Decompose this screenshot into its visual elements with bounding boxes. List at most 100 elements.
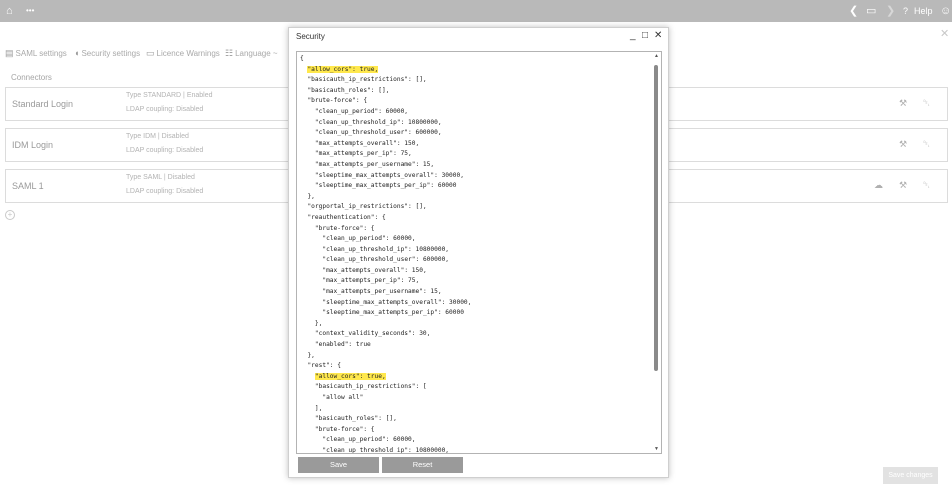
- home-icon[interactable]: ⌂: [6, 4, 13, 18]
- code-line: "orgportal_ip_restrictions": [],: [300, 202, 650, 213]
- wrench-icon[interactable]: ⚒: [899, 98, 907, 109]
- scroll-up-icon[interactable]: ▲: [654, 53, 659, 59]
- code-text: },: [307, 192, 315, 200]
- code-text: "clean_up_threshold_user": 600000,: [314, 129, 442, 137]
- tab-label: SAML settings: [15, 49, 67, 58]
- save-changes-button[interactable]: Save changes: [883, 467, 938, 484]
- code-text: "reauthentication": {: [307, 213, 386, 221]
- code-text: "context_validity_seconds": 30,: [314, 330, 431, 338]
- trash-icon[interactable]: ␡: [923, 180, 930, 191]
- code-text: "clean_up_threshold_ip": 10800000,: [322, 446, 450, 454]
- code-line: },: [300, 319, 650, 330]
- close-icon[interactable]: ✕: [940, 27, 949, 40]
- reset-button[interactable]: Reset: [382, 457, 463, 473]
- code-line: "clean_up_threshold_ip": 10800000,: [300, 245, 650, 256]
- code-line: "max_attempts_per_username": 15,: [300, 287, 650, 298]
- save-button[interactable]: Save: [298, 457, 379, 473]
- tab-licence-warnings[interactable]: ▭ Licence Warnings: [146, 48, 220, 59]
- connector-ldap: LDAP coupling: Disabled: [126, 106, 204, 113]
- minimize-icon[interactable]: _: [630, 30, 636, 41]
- tab-label: Licence Warnings: [156, 49, 220, 58]
- maximize-icon[interactable]: □: [642, 30, 648, 41]
- connector-name: Standard Login: [12, 99, 74, 109]
- code-text: "enabled": true: [314, 341, 371, 349]
- tab-security-settings[interactable]: ◖ Security settings: [74, 48, 140, 58]
- code-text: "max_attempts_overall": 150,: [322, 266, 427, 274]
- tab-saml-settings[interactable]: ▤ SAML settings: [5, 48, 67, 59]
- code-text: "max_attempts_per_ip": 75,: [314, 150, 412, 158]
- code-line: "clean_up_period": 60000,: [300, 107, 650, 118]
- tab-label: Security settings: [81, 49, 141, 58]
- close-icon[interactable]: ✕: [654, 30, 662, 41]
- code-content[interactable]: { "allow_cors": true, "basicauth_ip_rest…: [300, 54, 650, 454]
- connector-type: Type STANDARD | Enabled: [126, 92, 213, 99]
- code-text: "sleeptime_max_attempts_overall": 30000,: [322, 298, 472, 306]
- code-text: },: [314, 319, 323, 327]
- code-line: "clean_up_threshold_ip": 10800000,: [300, 118, 650, 129]
- connector-type: Type SAML | Disabled: [126, 174, 195, 181]
- trash-icon[interactable]: ␡: [923, 139, 930, 150]
- code-text: "sleeptime_max_attempts_overall": 30000,: [314, 171, 464, 179]
- back-icon[interactable]: ❮: [849, 4, 858, 18]
- highlighted-code: "allow_cors": true,: [307, 65, 379, 73]
- code-line: "max_attempts_per_ip": 75,: [300, 276, 650, 287]
- tab-language[interactable]: ☷ Language ~: [225, 48, 278, 59]
- scroll-down-icon[interactable]: ▼: [654, 446, 659, 452]
- code-text: "clean_up_period": 60000,: [314, 107, 409, 115]
- json-editor[interactable]: { "allow_cors": true, "basicauth_ip_rest…: [296, 51, 662, 454]
- section-title: Connectors: [11, 73, 52, 82]
- user-icon[interactable]: ☺: [940, 4, 951, 18]
- scrollbar-thumb[interactable]: [654, 65, 658, 371]
- connector-type: Type IDM | Disabled: [126, 133, 189, 140]
- saml-icon: ▤: [5, 48, 14, 58]
- code-line: "allow all": [300, 393, 650, 404]
- code-text: "clean_up_period": 60000,: [322, 235, 416, 243]
- add-connector-icon[interactable]: +: [5, 210, 15, 220]
- code-line: "context_validity_seconds": 30,: [300, 329, 650, 340]
- connector-ldap: LDAP coupling: Disabled: [126, 147, 204, 154]
- code-text: "basicauth_ip_restrictions": [],: [307, 76, 427, 84]
- help-label[interactable]: Help: [914, 4, 933, 18]
- code-text: "max_attempts_per_username": 15,: [314, 160, 435, 168]
- highlighted-code: "allow_cors": true,: [314, 372, 386, 380]
- code-text: "clean_up_threshold_user": 600000,: [322, 256, 450, 264]
- code-line: "reauthentication": {: [300, 213, 650, 224]
- code-text: "max_attempts_per_username": 15,: [322, 288, 442, 296]
- help-icon[interactable]: ?: [903, 4, 908, 18]
- wrench-icon[interactable]: ⚒: [899, 180, 907, 191]
- trash-icon[interactable]: ␡: [923, 98, 930, 109]
- code-text: "basicauth_ip_restrictions": [: [314, 383, 427, 391]
- code-line: "max_attempts_per_username": 15,: [300, 160, 650, 171]
- connector-ldap: LDAP coupling: Disabled: [126, 188, 204, 195]
- forward-icon[interactable]: ❯: [886, 4, 895, 18]
- code-line: "sleeptime_max_attempts_per_ip": 60000: [300, 181, 650, 192]
- wrench-icon[interactable]: ⚒: [899, 139, 907, 150]
- cloud-download-icon[interactable]: ☁: [874, 180, 883, 191]
- scrollbar[interactable]: ▲ ▼: [653, 53, 660, 452]
- code-line: "brute-force": {: [300, 96, 650, 107]
- language-icon: ☷: [225, 48, 234, 58]
- code-line: "basicauth_roles": [],: [300, 86, 650, 97]
- code-line: "basicauth_ip_restrictions": [: [300, 382, 650, 393]
- code-line: "max_attempts_per_ip": 75,: [300, 149, 650, 160]
- code-line: "enabled": true: [300, 340, 650, 351]
- window-icon[interactable]: ▭: [866, 4, 876, 18]
- more-icon[interactable]: •••: [26, 4, 34, 18]
